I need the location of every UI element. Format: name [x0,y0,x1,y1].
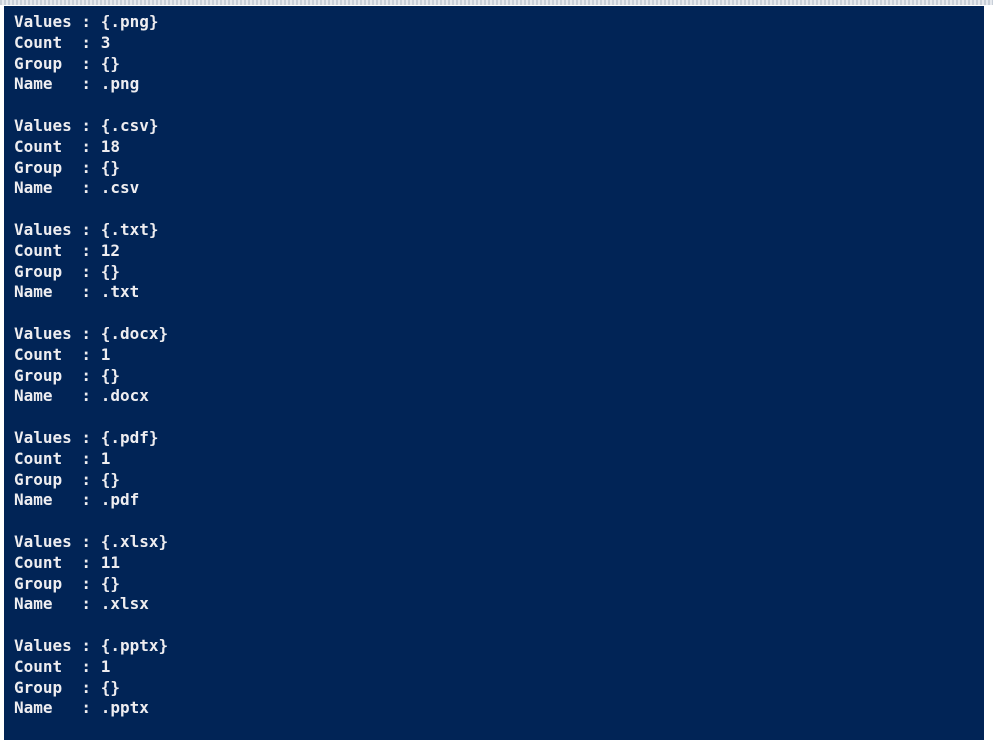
property-value: {} [100,677,120,697]
property-row-count: Count : 1 [14,345,168,366]
property-label: Count : [14,136,101,156]
property-label: Count : [14,448,101,468]
property-label: Count : [14,344,101,364]
property-row-name: Name : .csv [14,178,168,199]
property-row-values: Values : {.docx} [14,324,168,345]
property-row-group: Group : {} [14,54,168,75]
property-label: Name : [14,490,101,510]
property-label: Name : [14,178,101,198]
group-info-block: Values : {.pdf} Count : 1 Group : {} Name :… [14,428,168,511]
group-info-block: Values : {.txt} Count : 12 Group : {} Name … [14,220,168,303]
property-row-count: Count : 11 [14,553,168,574]
window-top-border [0,0,993,5]
property-row-group: Group : {} [14,678,168,699]
group-info-block: Values : {.csv} Count : 18 Group : {} Name … [14,116,168,199]
property-value: 18 [100,136,120,156]
property-value: {} [100,365,120,385]
property-label: Group : [14,365,101,385]
property-value: 1 [100,656,111,676]
property-label: Name : [14,698,101,718]
property-value: .png [100,74,140,94]
property-value: 11 [100,552,120,572]
property-value: {} [100,157,120,177]
property-label: Count : [14,552,101,572]
property-value: {} [100,53,120,73]
property-row-values: Values : {.xlsx} [14,532,168,553]
property-row-name: Name : .png [14,74,168,95]
property-value: {.xlsx} [100,531,169,551]
console-output: Values : {.png} Count : 3 Group : {} Name :… [14,12,168,740]
property-row-values: Values : {.csv} [14,116,168,137]
group-info-block: Values : {.xlsx} Count : 11 Group : {} Name… [14,532,168,615]
property-label: Values : [14,635,101,655]
property-label: Group : [14,53,101,73]
property-row-count: Count : 1 [14,449,168,470]
property-label: Values : [14,12,101,31]
property-row-group: Group : {} [14,158,168,179]
property-label: Values : [14,115,101,135]
property-value: {} [100,573,120,593]
property-value: {.pdf} [100,427,159,447]
property-label: Count : [14,656,101,676]
property-row-name: Name : .txt [14,282,168,303]
property-row-count: Count : 1 [14,657,168,678]
property-label: Group : [14,573,101,593]
property-label: Name : [14,386,101,406]
property-label: Group : [14,261,101,281]
group-info-block: Values : {.pptx} Count : 1 Group : {} Name … [14,636,168,719]
property-value: .docx [100,386,149,406]
property-row-group: Group : {} [14,470,168,491]
property-value: 1 [100,448,111,468]
property-label: Count : [14,240,101,260]
property-row-group: Group : {} [14,262,168,283]
property-value: 3 [100,32,111,52]
property-value: {.docx} [100,323,169,343]
property-value: {} [100,469,120,489]
property-row-values: Values : {.png} [14,12,168,33]
property-row-values: Values : {.pptx} [14,636,168,657]
property-row-group: Group : {} [14,366,168,387]
powershell-console[interactable]: Values : {.png} Count : 3 Group : {} Name :… [4,6,984,740]
property-value: {.csv} [100,115,159,135]
property-row-values: Values : {.pdf} [14,428,168,449]
property-row-count: Count : 3 [14,33,168,54]
property-row-group: Group : {} [14,574,168,595]
property-row-name: Name : .docx [14,386,168,407]
group-info-block: Values : {.docx} Count : 1 Group : {} Name … [14,324,168,407]
property-label: Values : [14,427,101,447]
property-value: .txt [100,282,140,302]
property-value: {.pptx} [100,635,169,655]
property-label: Group : [14,469,101,489]
property-value: 1 [100,344,111,364]
property-label: Name : [14,282,101,302]
property-label: Values : [14,531,101,551]
property-row-values: Values : {.txt} [14,220,168,241]
property-label: Group : [14,157,101,177]
property-label: Name : [14,74,101,94]
property-label: Name : [14,594,101,614]
property-row-count: Count : 12 [14,241,168,262]
property-value: 12 [100,240,120,260]
property-value: .csv [100,178,140,198]
property-row-name: Name : .pptx [14,698,168,719]
property-row-name: Name : .xlsx [14,594,168,615]
property-label: Count : [14,32,101,52]
property-row-count: Count : 18 [14,137,168,158]
property-label: Group : [14,677,101,697]
property-row-name: Name : .pdf [14,490,168,511]
property-label: Values : [14,323,101,343]
property-value: .pdf [100,490,140,510]
property-value: .xlsx [100,594,149,614]
property-value: {} [100,261,120,281]
property-value: {.png} [100,12,159,31]
property-value: {.txt} [100,219,159,239]
group-info-block: Values : {.png} Count : 3 Group : {} Name :… [14,12,168,95]
property-label: Values : [14,219,101,239]
property-value: .pptx [100,698,149,718]
